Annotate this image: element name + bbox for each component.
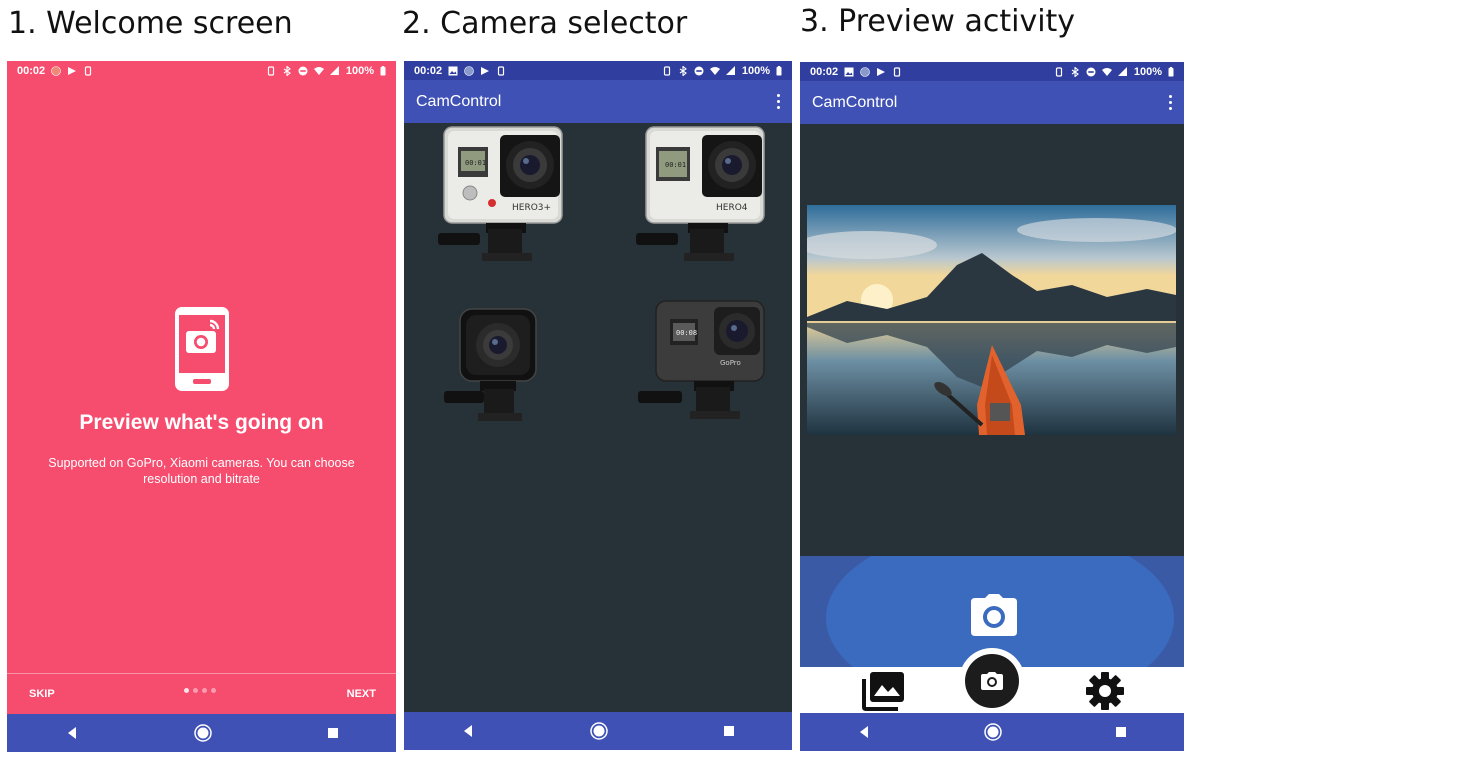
back-icon[interactable] [857, 725, 871, 739]
capture-panel [800, 556, 1184, 667]
phone-camera-illustration-icon [175, 307, 229, 391]
home-icon[interactable] [590, 722, 608, 740]
welcome-screen: 00:02 100% Preview what's going on Suppo… [7, 61, 396, 752]
home-icon[interactable] [193, 724, 212, 742]
vibrate-icon [267, 65, 274, 76]
signal-icon [329, 65, 339, 75]
capture-camera-icon [981, 672, 1003, 690]
bluetooth-icon [283, 65, 291, 76]
status-bar: 00:02 100% [7, 61, 396, 80]
system-nav-bar [7, 714, 396, 752]
bluetooth-icon [679, 65, 687, 76]
caption-welcome: 1. Welcome screen [8, 6, 293, 41]
home-icon[interactable] [984, 723, 1002, 741]
page-dot [184, 688, 189, 693]
notification-icon [51, 65, 61, 76]
dnd-icon [298, 66, 308, 75]
hero5-display-text: 00:08 [676, 329, 697, 337]
recents-icon[interactable] [723, 725, 735, 737]
welcome-description: Supported on GoPro, Xiaomi cameras. You … [48, 456, 355, 486]
vibrate-icon [663, 65, 670, 76]
camera-selector-screen: 00:02 100% CamControl 00:01 HERO3+ 00:01… [404, 61, 792, 750]
play-store-icon [877, 67, 886, 76]
footer-divider [7, 673, 396, 674]
settings-icon[interactable] [1085, 671, 1125, 711]
image-icon [844, 67, 854, 76]
app-bar: CamControl [404, 80, 792, 123]
recents-icon[interactable] [1115, 726, 1127, 738]
phone-icon [894, 66, 901, 77]
hero3-label: HERO3+ [512, 203, 551, 213]
hero4-label: HERO4 [716, 203, 748, 213]
phone-icon [498, 65, 505, 76]
hero5-brand-text: GoPro [720, 359, 741, 367]
dnd-icon [694, 66, 704, 75]
overflow-menu-icon[interactable] [1169, 95, 1172, 110]
signal-icon [725, 65, 735, 75]
battery-icon [776, 65, 782, 75]
wifi-icon [1101, 67, 1112, 76]
status-bar: 00:02 100% [404, 61, 792, 80]
hero3-display-text: 00:01 [465, 159, 486, 167]
page-indicator [184, 688, 216, 693]
back-icon[interactable] [65, 726, 79, 740]
clock: 00:02 [810, 65, 839, 78]
play-store-icon [68, 66, 77, 75]
phone-icon [85, 65, 92, 76]
signal-icon [1117, 66, 1127, 76]
next-button[interactable]: NEXT [347, 688, 376, 700]
clock: 00:02 [17, 64, 46, 77]
hero4-display-text: 00:01 [665, 161, 686, 169]
status-bar: 00:02 100% [800, 62, 1184, 81]
play-store-icon [481, 66, 490, 75]
image-icon [448, 66, 458, 75]
caption-camera-selector: 2. Camera selector [402, 6, 688, 41]
live-preview-image [807, 205, 1176, 435]
app-bar: CamControl [800, 81, 1184, 124]
clock: 00:02 [414, 64, 443, 77]
capture-button[interactable] [965, 654, 1019, 708]
app-title: CamControl [416, 92, 502, 110]
camera-session-card[interactable] [440, 307, 550, 427]
app-title: CamControl [812, 93, 898, 111]
page-dot [193, 688, 198, 693]
photo-library-icon[interactable] [860, 671, 906, 711]
system-nav-bar [800, 713, 1184, 751]
camera-hero5-card[interactable]: 00:08 GoPro [634, 299, 774, 425]
battery-icon [380, 65, 386, 75]
caption-preview: 3. Preview activity [800, 4, 1076, 39]
dnd-icon [1086, 67, 1096, 76]
vibrate-icon [1055, 66, 1062, 77]
skip-button[interactable]: SKIP [29, 688, 55, 700]
page-dot [211, 688, 216, 693]
recents-icon[interactable] [327, 727, 339, 739]
notification-icon [464, 65, 474, 76]
battery-percent: 100% [345, 64, 374, 77]
camera-hero4-card[interactable]: 00:01 HERO4 [630, 125, 770, 265]
battery-percent: 100% [1133, 65, 1162, 78]
battery-icon [1168, 66, 1174, 76]
camera-hero3plus-card[interactable]: 00:01 HERO3+ [428, 125, 568, 265]
bluetooth-icon [1071, 66, 1079, 77]
page-dot [202, 688, 207, 693]
wifi-icon [313, 66, 324, 75]
notification-icon [860, 66, 870, 77]
wifi-icon [709, 66, 720, 75]
preview-activity-screen: 00:02 100% CamControl [800, 62, 1184, 751]
back-icon[interactable] [461, 724, 475, 738]
overflow-menu-icon[interactable] [777, 94, 780, 109]
camera-icon[interactable] [971, 594, 1017, 636]
welcome-title: Preview what's going on [79, 411, 324, 434]
battery-percent: 100% [741, 64, 770, 77]
system-nav-bar [404, 712, 792, 750]
